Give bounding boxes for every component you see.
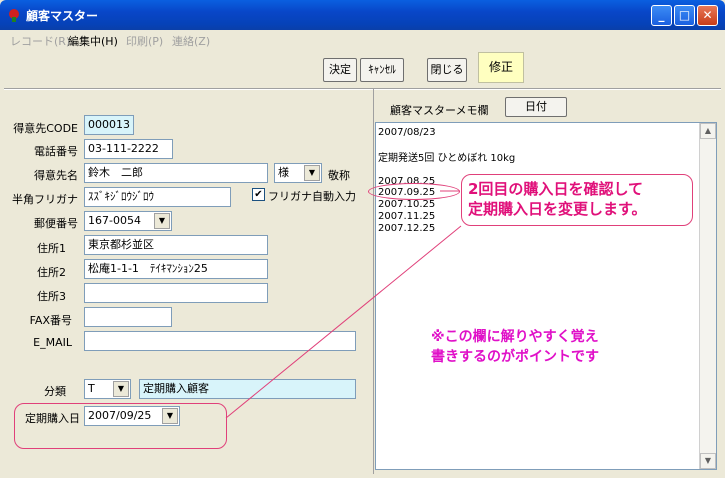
email-label: E_MAIL: [33, 336, 72, 349]
postal-select[interactable]: 167-0054 ▼: [84, 211, 172, 231]
customer-name-label: 得意先名: [34, 169, 78, 182]
memo-line: 2007.10.25: [378, 199, 436, 210]
title-bar: 顧客マスター _ □ ✕: [0, 0, 725, 30]
maximize-button[interactable]: □: [674, 5, 695, 26]
kana-field[interactable]: ｽｽﾞｷｼﾞﾛｳｼﾞﾛｳ: [84, 187, 231, 207]
menu-contact[interactable]: 連絡(Z): [172, 33, 210, 49]
postal-value: 167-0054: [88, 214, 141, 227]
callout-line-2: 定期購入日を変更します。: [468, 200, 647, 218]
kana-auto-checkbox[interactable]: ✔: [252, 188, 265, 201]
decide-button[interactable]: 決定: [323, 58, 357, 82]
close-window-button[interactable]: ✕: [697, 5, 718, 26]
note-line-1: ※この欄に解りやすく覚え: [431, 329, 599, 345]
memo-line: 定期発送5回 ひとめぼれ 10kg: [378, 153, 516, 164]
maximize-icon: □: [678, 8, 691, 22]
kana-label: 半角フリガナ: [12, 193, 78, 206]
chevron-down-icon[interactable]: ▼: [113, 381, 129, 397]
address2-label: 住所2: [37, 266, 66, 279]
menu-record[interactable]: レコード(R): [10, 33, 70, 49]
menu-print[interactable]: 印刷(P): [126, 33, 163, 49]
fax-field[interactable]: [84, 307, 172, 327]
honorific-label: 敬称: [328, 169, 350, 182]
annotation-callout: 2回目の購入日を確認して 定期購入日を変更します。: [461, 174, 693, 226]
address2-field[interactable]: 松庵1-1-1 ﾃｲｷﾏﾝｼｮﾝ25: [84, 259, 268, 279]
memo-line: 2007/08/23: [378, 127, 436, 138]
app-icon: [9, 9, 19, 22]
postal-label: 郵便番号: [34, 217, 78, 230]
minimize-button[interactable]: _: [651, 5, 672, 26]
chevron-down-icon[interactable]: ▼: [154, 213, 170, 229]
minimize-icon: _: [658, 8, 665, 22]
menu-editing[interactable]: 編集中(H): [68, 33, 118, 49]
memo-header-label: 顧客マスターメモ欄: [390, 104, 489, 117]
edit-mode-indicator: 修正: [478, 52, 524, 83]
memo-line: 2007.11.25: [378, 211, 436, 222]
address1-label: 住所1: [37, 242, 66, 255]
address3-field[interactable]: [84, 283, 268, 303]
email-field[interactable]: [84, 331, 356, 351]
phone-field[interactable]: 03-111-2222: [84, 139, 173, 159]
callout-line-1: 2回目の購入日を確認して: [468, 180, 643, 198]
fax-label: FAX番号: [29, 314, 72, 327]
scroll-down-icon[interactable]: ▼: [700, 453, 716, 469]
chevron-down-icon[interactable]: ▼: [304, 165, 320, 181]
kana-auto-label: フリガナ自動入力: [268, 190, 356, 203]
checkmark-icon: ✔: [254, 189, 263, 200]
category-select[interactable]: T ▼: [84, 379, 131, 399]
customer-code-label: 得意先CODE: [13, 122, 78, 135]
cancel-button[interactable]: ｷｬﾝｾﾙ: [360, 58, 404, 82]
honorific-select[interactable]: 様 ▼: [274, 163, 322, 183]
scroll-up-icon[interactable]: ▲: [700, 123, 716, 139]
date-highlight-ellipse: [368, 183, 460, 200]
date-button[interactable]: 日付: [505, 97, 567, 117]
menu-bar: レコード(R) 編集中(H) 印刷(P) 連絡(Z): [4, 30, 721, 50]
purchase-date-highlight: [14, 403, 227, 449]
annotation-note: ※この欄に解りやすく覚え 書きするのがポイントです: [431, 327, 599, 367]
address3-label: 住所3: [37, 290, 66, 303]
close-button[interactable]: 閉じる: [427, 58, 467, 82]
phone-label: 電話番号: [34, 145, 78, 158]
customer-code-field[interactable]: 000013: [84, 115, 134, 135]
customer-name-field[interactable]: 鈴木 二郎: [84, 163, 268, 183]
memo-line: 2007.12.25: [378, 223, 436, 234]
note-line-2: 書きするのがポイントです: [431, 349, 599, 365]
category-value: T: [88, 382, 95, 395]
category-label: 分類: [44, 385, 66, 398]
window-title: 顧客マスター: [26, 9, 99, 23]
honorific-value: 様: [278, 166, 289, 179]
close-icon: ✕: [702, 8, 713, 22]
category-description-field[interactable]: 定期購入顧客: [139, 379, 356, 399]
address1-field[interactable]: 東京都杉並区: [84, 235, 268, 255]
memo-scrollbar[interactable]: ▲ ▼: [699, 123, 716, 469]
